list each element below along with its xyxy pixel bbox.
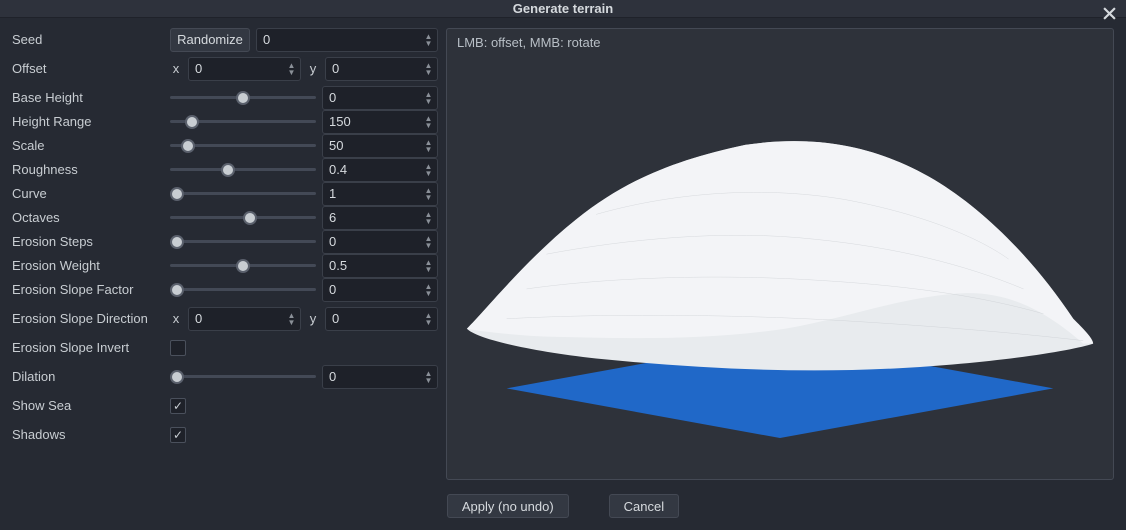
label-seed: Seed [12,32,170,47]
label-show-sea: Show Sea [12,398,170,413]
randomize-button[interactable]: Randomize [170,28,250,52]
octaves-input[interactable]: 6▲▼ [322,206,438,230]
row-erosion-weight: Erosion Weight 0.5▲▼ [12,254,438,278]
row-erosion-slope-direction: Erosion Slope Direction x 0 ▲▼ y 0 ▲▼ [12,307,438,331]
cancel-button[interactable]: Cancel [609,494,679,518]
curve-slider[interactable] [170,184,316,204]
label-roughness: Roughness [12,162,170,177]
label-offset: Offset [12,61,170,76]
label-erosion-weight: Erosion Weight [12,258,170,273]
offset-y-input[interactable]: 0 ▲▼ [325,57,438,81]
spinner-icon[interactable]: ▲▼ [423,211,437,225]
preview-hint: LMB: offset, MMB: rotate [457,35,601,50]
close-icon[interactable] [1100,4,1118,22]
spinner-icon[interactable]: ▲▼ [423,235,437,249]
main-area: Seed Randomize 0 ▲▼ Offset x [12,28,1114,480]
scale-slider[interactable] [170,136,316,156]
dialog-body: Seed Randomize 0 ▲▼ Offset x [0,18,1126,530]
roughness-input[interactable]: 0.4▲▼ [322,158,438,182]
spinner-icon[interactable]: ▲▼ [423,139,437,153]
label-height-range: Height Range [12,114,170,129]
terrain-render [447,29,1113,479]
x-label: x [170,61,182,76]
spinner-icon[interactable]: ▲▼ [286,62,300,76]
row-scale: Scale 50▲▼ [12,134,438,158]
base-height-slider[interactable] [170,88,316,108]
x-label: x [170,311,182,326]
base-height-input[interactable]: 0▲▼ [322,86,438,110]
erosion-slope-factor-slider[interactable] [170,280,316,300]
spinner-icon[interactable]: ▲▼ [423,187,437,201]
erosion-steps-input[interactable]: 0▲▼ [322,230,438,254]
spinner-icon[interactable]: ▲▼ [423,33,437,47]
dilation-input[interactable]: 0 ▲▼ [322,365,438,389]
row-roughness: Roughness 0.4▲▼ [12,158,438,182]
y-label: y [307,311,319,326]
terrain-preview[interactable]: LMB: offset, MMB: rotate [446,28,1114,480]
spinner-icon[interactable]: ▲▼ [423,91,437,105]
label-scale: Scale [12,138,170,153]
label-curve: Curve [12,186,170,201]
label-erosion-steps: Erosion Steps [12,234,170,249]
spinner-icon[interactable]: ▲▼ [423,115,437,129]
spinner-icon[interactable]: ▲▼ [423,62,437,76]
label-dilation: Dilation [12,369,170,384]
row-erosion-slope-invert: Erosion Slope Invert [12,336,438,360]
spinner-icon[interactable]: ▲▼ [286,312,300,326]
settings-panel: Seed Randomize 0 ▲▼ Offset x [12,28,438,480]
label-shadows: Shadows [12,427,170,442]
erosion-slope-factor-input[interactable]: 0▲▼ [322,278,438,302]
label-octaves: Octaves [12,210,170,225]
row-show-sea: Show Sea [12,394,438,418]
row-offset: Offset x 0 ▲▼ y 0 ▲▼ [12,57,438,81]
row-seed: Seed Randomize 0 ▲▼ [12,28,438,52]
erosion-slope-direction-y-input[interactable]: 0 ▲▼ [325,307,438,331]
apply-button[interactable]: Apply (no undo) [447,494,569,518]
row-height-range: Height Range 150▲▼ [12,110,438,134]
label-erosion-slope-invert: Erosion Slope Invert [12,340,170,355]
erosion-steps-slider[interactable] [170,232,316,252]
erosion-weight-input[interactable]: 0.5▲▼ [322,254,438,278]
shadows-checkbox[interactable] [170,427,186,443]
row-base-height: Base Height 0▲▼ [12,86,438,110]
row-erosion-steps: Erosion Steps 0▲▼ [12,230,438,254]
row-curve: Curve 1▲▼ [12,182,438,206]
label-base-height: Base Height [12,90,170,105]
height-range-slider[interactable] [170,112,316,132]
spinner-icon[interactable]: ▲▼ [423,163,437,177]
dialog-title: Generate terrain [513,1,613,16]
spinner-icon[interactable]: ▲▼ [423,312,437,326]
erosion-slope-invert-checkbox[interactable] [170,340,186,356]
row-erosion-slope-factor: Erosion Slope Factor 0▲▼ [12,278,438,302]
dialog-footer: Apply (no undo) Cancel [12,480,1114,522]
label-erosion-slope-direction: Erosion Slope Direction [12,311,170,326]
row-dilation: Dilation 0 ▲▼ [12,365,438,389]
row-octaves: Octaves 6▲▼ [12,206,438,230]
octaves-slider[interactable] [170,208,316,228]
height-range-input[interactable]: 150▲▼ [322,110,438,134]
seed-input[interactable]: 0 ▲▼ [256,28,438,52]
offset-x-input[interactable]: 0 ▲▼ [188,57,301,81]
erosion-slope-direction-x-input[interactable]: 0 ▲▼ [188,307,301,331]
roughness-slider[interactable] [170,160,316,180]
label-erosion-slope-factor: Erosion Slope Factor [12,282,170,297]
curve-input[interactable]: 1▲▼ [322,182,438,206]
show-sea-checkbox[interactable] [170,398,186,414]
titlebar: Generate terrain [0,0,1126,18]
spinner-icon[interactable]: ▲▼ [423,283,437,297]
erosion-weight-slider[interactable] [170,256,316,276]
dilation-slider[interactable] [170,367,316,387]
y-label: y [307,61,319,76]
spinner-icon[interactable]: ▲▼ [423,370,437,384]
row-shadows: Shadows [12,423,438,447]
spinner-icon[interactable]: ▲▼ [423,259,437,273]
scale-input[interactable]: 50▲▼ [322,134,438,158]
generate-terrain-dialog: Generate terrain Seed Randomize 0 ▲▼ [0,0,1126,530]
